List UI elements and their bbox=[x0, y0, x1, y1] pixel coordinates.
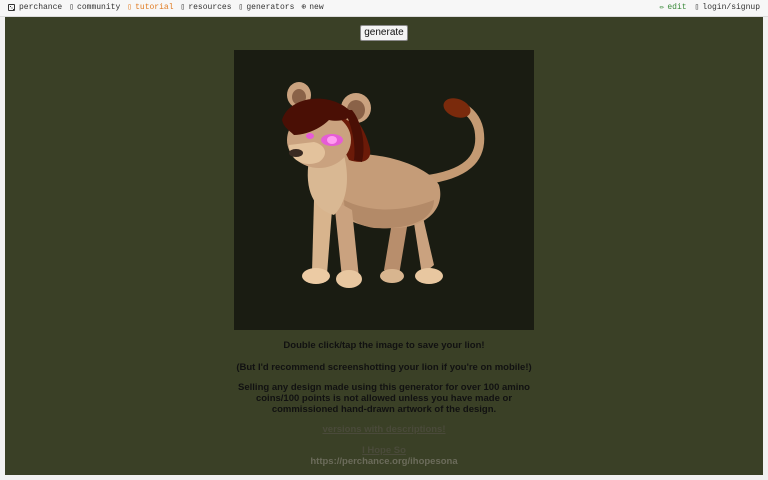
nav-new-label: new bbox=[309, 3, 324, 12]
nav-left: perchance ▯ community ▯ tutorial ▯ resou… bbox=[8, 3, 331, 12]
community-icon: ▯ bbox=[69, 2, 75, 12]
selling-notice: Selling any design made using this gener… bbox=[238, 382, 530, 415]
nav-perchance[interactable]: perchance bbox=[8, 3, 62, 12]
generators-icon: ▯ bbox=[238, 2, 244, 12]
nav-edit[interactable]: ✏ edit bbox=[660, 3, 687, 12]
die-icon bbox=[8, 4, 15, 11]
nav-tutorial[interactable]: ▯ tutorial bbox=[127, 3, 173, 12]
nav-tutorial-label: tutorial bbox=[135, 3, 174, 12]
generate-button[interactable]: generate bbox=[360, 25, 408, 41]
save-instruction: Double click/tap the image to save your … bbox=[283, 340, 485, 351]
new-icon: ⊕ bbox=[301, 2, 307, 12]
top-navbar: perchance ▯ community ▯ tutorial ▯ resou… bbox=[0, 0, 768, 17]
nav-edit-label: edit bbox=[667, 3, 687, 12]
nav-resources-label: resources bbox=[188, 3, 232, 12]
nav-right: ✏ edit ▯ login/signup bbox=[652, 3, 760, 12]
mobile-note: (But I'd recommend screenshotting your l… bbox=[236, 362, 532, 373]
generator-panel: generate Double click/tap the image to s… bbox=[5, 17, 763, 475]
nav-new[interactable]: ⊕ new bbox=[301, 3, 323, 12]
lion-illustration bbox=[282, 82, 485, 288]
login-icon: ▯ bbox=[694, 2, 700, 12]
nav-login-label: login/signup bbox=[702, 3, 760, 12]
resources-icon: ▯ bbox=[180, 2, 186, 12]
tutorial-icon: ▯ bbox=[127, 2, 133, 12]
nav-generators[interactable]: ▯ generators bbox=[239, 3, 295, 12]
versions-link[interactable]: versions with descriptions! bbox=[229, 424, 539, 435]
nav-login[interactable]: ▯ login/signup bbox=[695, 3, 760, 12]
nav-perchance-label: perchance bbox=[19, 3, 63, 12]
nav-resources[interactable]: ▯ resources bbox=[181, 3, 232, 12]
lion-image[interactable] bbox=[234, 50, 534, 330]
nav-community-label: community bbox=[77, 3, 121, 12]
author-link[interactable]: I Hope So bbox=[229, 445, 539, 456]
nav-community[interactable]: ▯ community bbox=[69, 3, 120, 12]
nav-generators-label: generators bbox=[246, 3, 295, 12]
author-url[interactable]: https://perchance.org/ihopesona bbox=[229, 456, 539, 467]
pencil-icon: ✏ bbox=[659, 2, 665, 12]
